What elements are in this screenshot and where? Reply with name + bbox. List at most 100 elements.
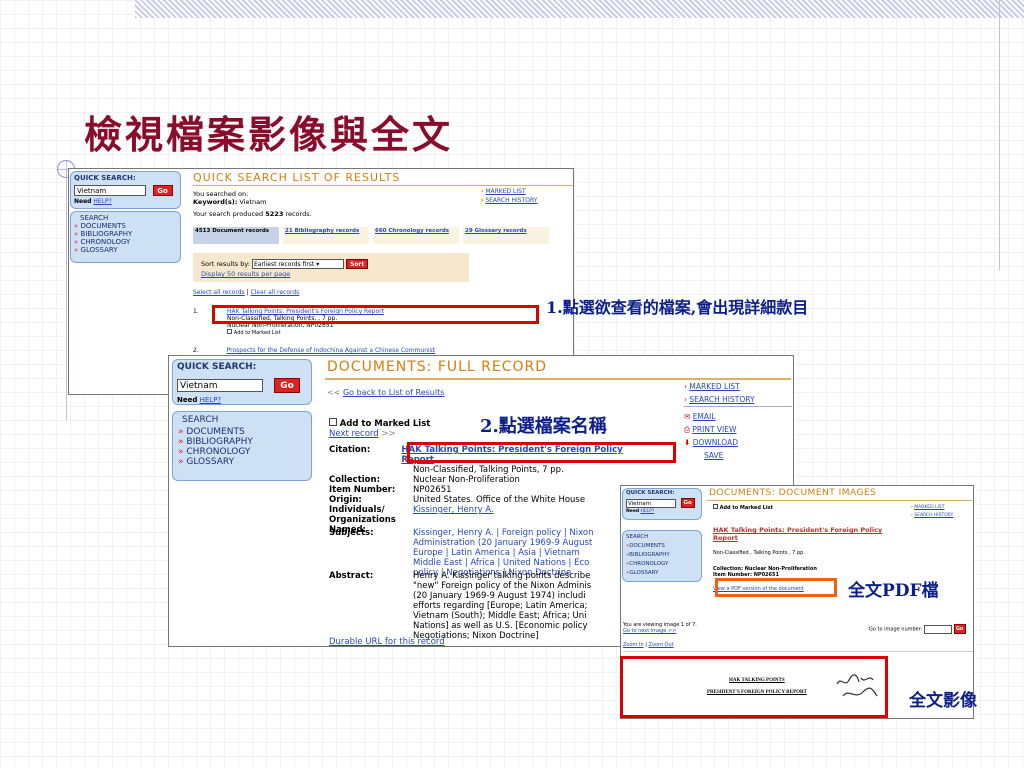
add-marked-checkbox[interactable] — [713, 504, 718, 509]
need-label: Need — [177, 396, 198, 404]
search-history-link[interactable]: SEARCH HISTORY — [689, 395, 754, 404]
help-link[interactable]: HELP? — [200, 396, 222, 404]
field-label: Origin: — [329, 495, 362, 505]
nav-item-documents[interactable]: »DOCUMENTS — [626, 542, 698, 551]
email-link[interactable]: EMAIL — [693, 412, 716, 421]
email-icon: ✉ — [684, 412, 691, 421]
field-label: Individuals/ — [329, 505, 385, 515]
hatched-band — [135, 0, 1024, 18]
field-value: Nuclear Non-Proliferation — [413, 475, 520, 485]
search-input[interactable]: Vietnam — [74, 185, 146, 196]
nav-item-chronology[interactable]: » CHRONOLOGY — [178, 447, 306, 457]
quick-search-box: QUICK SEARCH: Vietnam Go Need HELP? — [70, 171, 181, 209]
search-history-link[interactable]: SEARCH HISTORY — [485, 197, 537, 204]
marked-list-link[interactable]: MARKED LIST — [914, 505, 944, 510]
image-number-input[interactable] — [924, 624, 952, 634]
next-record-link[interactable]: Next record — [329, 429, 379, 439]
add-marked-label: Add to Marked List — [719, 505, 773, 511]
need-label: Need — [626, 509, 640, 514]
field-label: Citation: — [329, 445, 371, 455]
field-value: United States. Office of the White House — [413, 495, 586, 505]
help-link[interactable]: HELP? — [641, 509, 655, 514]
search-input[interactable]: Vietnam — [177, 379, 263, 392]
tab-documents[interactable]: 4513 Document records — [193, 227, 279, 244]
sort-select[interactable]: Earliest records first ▾ — [252, 259, 344, 269]
abstract-label: Abstract: — [329, 571, 374, 581]
produced-prefix: Your search produced — [193, 210, 264, 218]
tab-bibliography[interactable]: 21 Bibliography records — [283, 227, 369, 244]
search-input[interactable]: Vietnam — [626, 498, 676, 508]
searched-on-label: You searched on: — [193, 190, 249, 198]
page-title: QUICK SEARCH LIST OF RESULTS — [193, 171, 401, 184]
nav-header: SEARCH — [626, 534, 649, 540]
add-marked-checkbox[interactable] — [227, 329, 232, 334]
document-title-link[interactable]: HAK Talking Points: President's Foreign … — [713, 526, 893, 542]
result-tabs: 4513 Document records 21 Bibliography re… — [193, 227, 565, 244]
quick-search-box: QUICK SEARCH: Vietnam Go Need HELP? — [622, 488, 702, 520]
nav-item-documents[interactable]: » DOCUMENTS — [74, 222, 177, 230]
nav-item-documents[interactable]: » DOCUMENTS — [178, 427, 306, 437]
goto-image-label: Go to image number: — [869, 626, 923, 633]
nav-item-chronology[interactable]: » CHRONOLOGY — [74, 238, 177, 246]
vertical-rule — [999, 0, 1000, 270]
result-title-link-2[interactable]: Prospects for the Defense of Indochina A… — [227, 347, 436, 354]
download-icon: ⬇ — [684, 438, 691, 447]
page-title: DOCUMENTS: FULL RECORD — [327, 359, 548, 375]
quick-search-box: QUICK SEARCH: Vietnam Go Need HELP? — [172, 359, 312, 405]
tab-chronology[interactable]: 660 Chronology records — [373, 227, 459, 244]
slide-title: 檢視檔案影像與全文 — [84, 112, 454, 157]
add-marked-checkbox[interactable] — [329, 418, 337, 426]
goto-image-button[interactable]: Go — [953, 624, 966, 634]
go-button[interactable]: Go — [680, 498, 695, 508]
highlight-citation — [407, 442, 676, 463]
add-marked-label: Add to Marked List — [339, 419, 431, 429]
quick-search-header: QUICK SEARCH: — [177, 362, 257, 372]
zoom-in-link[interactable]: Zoom In — [623, 642, 644, 648]
annotation-image: 全文影像 — [909, 691, 977, 711]
record-count: 5223 — [265, 210, 284, 218]
nav-item-bibliography[interactable]: »BIBLIOGRAPHY — [626, 551, 698, 560]
display-50-link[interactable]: Display 50 results per page — [201, 270, 461, 278]
select-all-link[interactable]: Select all records — [193, 289, 245, 296]
zoom-out-link[interactable]: Zoom Out — [649, 642, 674, 648]
sort-label: Sort results by: — [201, 260, 250, 268]
download-link[interactable]: DOWNLOAD — [693, 438, 738, 447]
print-view-link[interactable]: PRINT VIEW — [692, 425, 736, 434]
tab-glossary[interactable]: 29 Glossary records — [463, 227, 549, 244]
nav-item-bibliography[interactable]: » BIBLIOGRAPHY — [74, 230, 177, 238]
page-title: DOCUMENTS: DOCUMENT IMAGES — [709, 488, 877, 498]
clear-all-link[interactable]: Clear all records — [250, 289, 299, 296]
nav-item-glossary[interactable]: » GLOSSARY — [178, 457, 306, 467]
help-link[interactable]: HELP? — [93, 198, 111, 205]
nav-item-glossary[interactable]: »GLOSSARY — [626, 569, 698, 578]
need-label: Need — [74, 198, 92, 205]
keyword-label: Keyword(s): — [193, 198, 238, 206]
field-label: Organizations — [329, 515, 396, 525]
highlight-pdf-link — [715, 578, 837, 597]
field-label: Item Number: — [329, 485, 396, 495]
go-button[interactable]: Go — [274, 378, 301, 393]
keyword-value: Vietnam — [239, 198, 267, 206]
produced-suffix: records. — [285, 210, 312, 218]
back-link[interactable]: Go back to List of Results — [343, 388, 444, 397]
print-icon: ⎙ — [684, 425, 690, 434]
marked-list-link[interactable]: MARKED LIST — [485, 188, 525, 195]
nav-item-glossary[interactable]: » GLOSSARY — [74, 246, 177, 254]
field-value: NP02651 — [413, 485, 452, 495]
search-history-link[interactable]: SEARCH HISTORY — [914, 513, 953, 518]
sort-button[interactable]: Sort — [346, 259, 369, 269]
search-nav-box: SEARCH »DOCUMENTS »BIBLIOGRAPHY »CHRONOL… — [622, 530, 702, 582]
next-image-link[interactable]: Go to next image >> — [623, 628, 676, 634]
annotation-pdf: 全文PDF檔 — [848, 581, 939, 601]
nav-item-chronology[interactable]: »CHRONOLOGY — [626, 560, 698, 569]
add-marked-label: Add to Marked List — [233, 330, 281, 336]
marked-list-link[interactable]: MARKED LIST — [689, 382, 739, 391]
nav-item-bibliography[interactable]: » BIBLIOGRAPHY — [178, 437, 306, 447]
search-nav-box: SEARCH » DOCUMENTS » BIBLIOGRAPHY » CHRO… — [172, 411, 312, 481]
highlight-document-image — [620, 656, 888, 718]
individual-link[interactable]: Kissinger, Henry A. — [413, 505, 494, 515]
left-vertical-rule — [66, 160, 67, 420]
durable-url-link[interactable]: Durable URL for this record — [329, 637, 445, 646]
save-link[interactable]: SAVE — [704, 451, 723, 460]
go-button[interactable]: Go — [152, 185, 173, 196]
